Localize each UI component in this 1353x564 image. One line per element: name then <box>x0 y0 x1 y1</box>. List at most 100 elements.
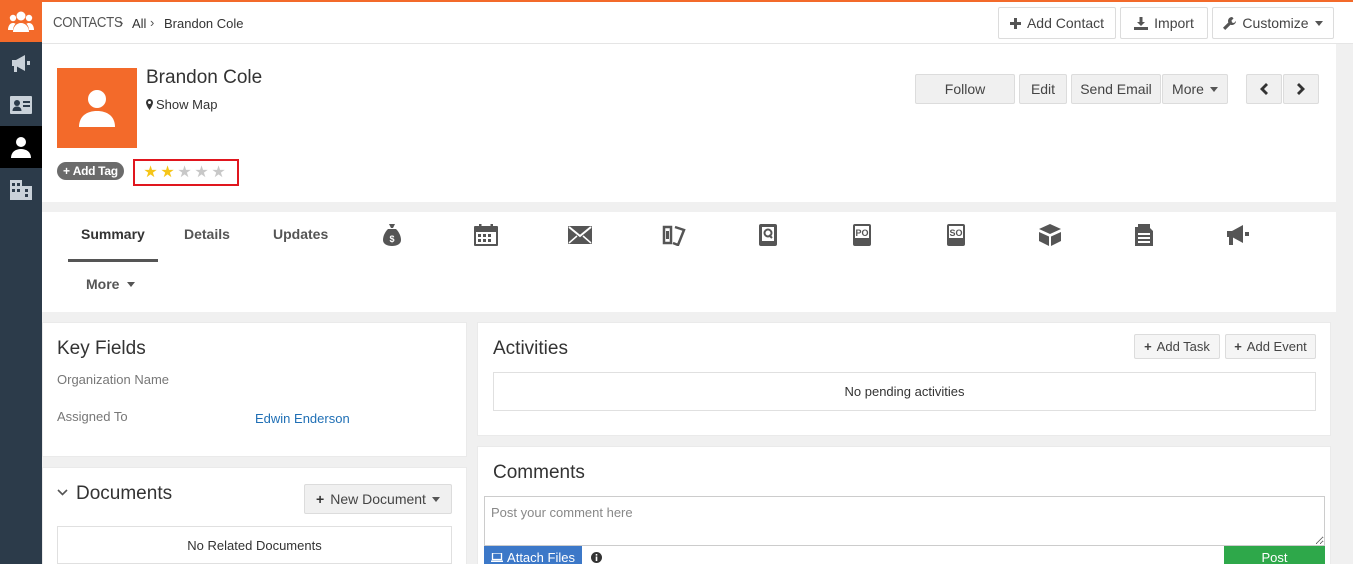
tab-more-label: More <box>86 276 120 292</box>
products-box-icon[interactable] <box>1037 222 1063 248</box>
plus-icon: + <box>1234 339 1242 354</box>
star-empty-icon[interactable]: ★ <box>210 164 227 181</box>
record-tabs: Summary Details Updates $ PO SO More <box>42 212 1336 312</box>
po-icon-label: PO <box>855 228 868 238</box>
campaign-megaphone-icon[interactable] <box>1225 222 1251 248</box>
envelope-icon[interactable] <box>567 222 593 248</box>
customize-button[interactable]: Customize <box>1212 7 1334 39</box>
no-documents-message: No Related Documents <box>57 526 452 564</box>
chevron-left-icon <box>1260 83 1268 95</box>
add-event-label: Add Event <box>1246 339 1307 354</box>
star-filled-icon[interactable]: ★ <box>159 164 176 181</box>
follow-label: Follow <box>944 81 986 97</box>
tab-more[interactable]: More <box>86 276 136 292</box>
quote-icon[interactable] <box>755 222 781 248</box>
no-activities-message: No pending activities <box>493 372 1316 411</box>
follow-button[interactable]: Follow <box>915 74 1015 104</box>
add-task-button[interactable]: + Add Task <box>1134 334 1220 359</box>
chevron-down-icon <box>1209 86 1218 92</box>
activities-title: Activities <box>493 338 568 359</box>
show-map-label: Show Map <box>156 97 218 112</box>
customize-label: Customize <box>1242 15 1309 31</box>
attach-files-button[interactable]: Attach Files <box>484 546 582 564</box>
plus-icon <box>1009 17 1021 29</box>
plus-icon: + <box>316 491 325 507</box>
chevron-down-icon <box>431 496 440 502</box>
svg-text:$: $ <box>389 234 394 244</box>
chevron-right-icon <box>1297 83 1305 95</box>
more-actions-button[interactable]: More <box>1162 74 1228 104</box>
organization-building-icon[interactable] <box>0 168 42 210</box>
comments-title: Comments <box>493 462 585 483</box>
organization-name-label: Organization Name <box>57 372 169 387</box>
star-filled-icon[interactable]: ★ <box>142 164 159 181</box>
calendar-icon[interactable] <box>473 222 499 248</box>
map-marker-icon <box>146 99 153 110</box>
star-empty-icon[interactable]: ★ <box>176 164 193 181</box>
invoice-document-icon[interactable] <box>1131 222 1157 248</box>
download-icon <box>1134 16 1149 30</box>
send-email-label: Send Email <box>1080 81 1152 97</box>
sales-order-icon[interactable]: SO <box>943 222 969 248</box>
breadcrumb-separator-icon: › <box>150 15 155 30</box>
comment-input[interactable] <box>484 496 1325 546</box>
plus-icon: + <box>1144 339 1152 354</box>
collapse-chevron-icon[interactable] <box>57 485 68 500</box>
active-tab-indicator <box>68 259 158 262</box>
tab-details[interactable]: Details <box>184 226 230 242</box>
record-name: Brandon Cole <box>146 67 263 88</box>
send-email-button[interactable]: Send Email <box>1071 74 1161 104</box>
key-fields-title: Key Fields <box>57 338 146 359</box>
breadcrumb-record: Brandon Cole <box>164 16 244 31</box>
contacts-person-icon[interactable] <box>0 126 42 168</box>
tickets-icon[interactable] <box>661 222 687 248</box>
person-icon <box>79 90 115 127</box>
wrench-icon <box>1223 16 1237 30</box>
breadcrumb-module[interactable]: CONTACTS <box>53 14 123 31</box>
comments-panel: Comments Attach Files Post <box>477 446 1331 564</box>
documents-panel: Documents + New Document No Related Docu… <box>42 467 467 564</box>
plus-icon: + <box>63 164 70 178</box>
add-task-label: Add Task <box>1156 339 1210 354</box>
add-event-button[interactable]: + Add Event <box>1225 334 1316 359</box>
marketing-megaphone-icon[interactable] <box>0 42 42 84</box>
so-icon-label: SO <box>949 228 962 238</box>
top-bar: CONTACTS › All › Brandon Cole Add Contac… <box>42 0 1353 44</box>
add-contact-label: Add Contact <box>1026 15 1105 31</box>
attach-files-label: Attach Files <box>507 549 575 564</box>
chevron-down-icon <box>127 281 136 287</box>
previous-record-button[interactable] <box>1246 74 1282 104</box>
tab-summary[interactable]: Summary <box>81 226 145 242</box>
chevron-down-icon <box>1314 20 1323 26</box>
edit-button[interactable]: Edit <box>1019 74 1067 104</box>
record-header: Brandon Cole Show Map + Add Tag ★ ★ ★ ★ ★ Fo… <box>42 44 1336 202</box>
next-record-button[interactable] <box>1283 74 1319 104</box>
tab-updates[interactable]: Updates <box>273 226 328 242</box>
breadcrumb-separator-icon: › <box>119 15 124 30</box>
star-empty-icon[interactable]: ★ <box>193 164 210 181</box>
more-actions-label: More <box>1172 81 1204 97</box>
breadcrumb-all[interactable]: All <box>132 16 146 31</box>
contact-card-icon[interactable] <box>0 84 42 126</box>
show-map-link[interactable]: Show Map <box>146 97 217 112</box>
import-label: Import <box>1154 15 1194 31</box>
info-icon[interactable] <box>591 551 602 564</box>
import-button[interactable]: Import <box>1120 7 1208 39</box>
add-tag-button[interactable]: + Add Tag <box>57 162 124 180</box>
app-logo-icon[interactable] <box>0 0 42 42</box>
key-fields-panel: Key Fields Organization Name Assigned To… <box>42 322 467 457</box>
activities-panel: Activities + Add Task + Add Event No pen… <box>477 322 1331 436</box>
avatar <box>57 68 137 148</box>
add-tag-label: Add Tag <box>72 164 118 178</box>
new-document-label: New Document <box>330 491 426 507</box>
new-document-button[interactable]: + New Document <box>304 484 452 514</box>
assigned-to-label: Assigned To <box>57 409 128 424</box>
add-contact-button[interactable]: Add Contact <box>998 7 1116 39</box>
documents-title: Documents <box>76 483 173 504</box>
assigned-to-value[interactable]: Edwin Enderson <box>255 411 350 426</box>
purchase-order-icon[interactable]: PO <box>849 222 875 248</box>
post-button[interactable]: Post <box>1224 546 1325 564</box>
laptop-icon <box>491 552 504 562</box>
money-bag-icon[interactable]: $ <box>379 222 405 248</box>
star-rating[interactable]: ★ ★ ★ ★ ★ <box>133 159 239 186</box>
